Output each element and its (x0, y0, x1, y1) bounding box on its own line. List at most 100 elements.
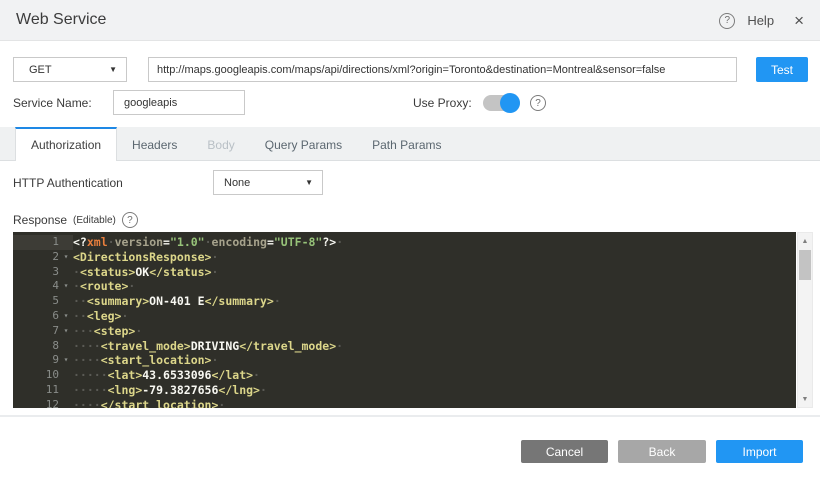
footer-divider (0, 415, 820, 417)
code-line: 12 ····</start_location>· (13, 398, 796, 408)
line-gutter: 11 (13, 383, 73, 398)
scroll-up-icon[interactable]: ▲ (798, 234, 812, 248)
tab-headers[interactable]: Headers (117, 127, 192, 160)
service-name-input[interactable] (113, 90, 245, 115)
fold-spacer (59, 383, 73, 398)
code-text: ·<status>OK</status>· (73, 265, 796, 280)
line-number: 8 (13, 339, 59, 354)
line-gutter: 12 (13, 398, 73, 408)
method-select-value: GET (29, 64, 52, 76)
help-link[interactable]: Help (747, 13, 774, 28)
fold-spacer (59, 235, 73, 250)
fold-arrow-icon[interactable]: ▾ (59, 250, 73, 265)
fold-arrow-icon[interactable]: ▾ (59, 324, 73, 339)
line-gutter: 9▾ (13, 353, 73, 368)
line-gutter: 7▾ (13, 324, 73, 339)
line-gutter: 10 (13, 368, 73, 383)
fold-spacer (59, 339, 73, 354)
chevron-down-icon: ▼ (109, 65, 117, 74)
code-text: ····<start_location>· (73, 353, 796, 368)
fold-spacer (59, 294, 73, 309)
fold-arrow-icon[interactable]: ▾ (59, 353, 73, 368)
code-line: 11 ·····<lng>-79.3827656</lng>· (13, 383, 796, 398)
line-number: 7 (13, 324, 59, 339)
header-actions: ? Help × (719, 0, 804, 41)
line-gutter: 2▾ (13, 250, 73, 265)
line-number: 2 (13, 250, 59, 265)
line-number: 9 (13, 353, 59, 368)
response-editor[interactable]: 1 <?xml·version="1.0"·encoding="UTF-8"?>·… (13, 232, 796, 408)
code-line: 8 ····<travel_mode>DRIVING</travel_mode>· (13, 339, 796, 354)
tab-body: Body (192, 127, 249, 160)
method-select[interactable]: GET ▼ (13, 57, 127, 82)
code-text: ····<travel_mode>DRIVING</travel_mode>· (73, 339, 796, 354)
tab-authorization[interactable]: Authorization (15, 127, 117, 161)
cancel-button[interactable]: Cancel (521, 440, 608, 463)
code-text: ·<route>· (73, 279, 796, 294)
line-gutter: 1 (13, 235, 73, 250)
code-text: ·····<lng>-79.3827656</lng>· (73, 383, 796, 398)
scroll-down-icon[interactable]: ▼ (798, 392, 812, 406)
code-text: ·····<lat>43.6533096</lat>· (73, 368, 796, 383)
fold-spacer (59, 398, 73, 408)
code-line: 3 ·<status>OK</status>· (13, 265, 796, 280)
code-text: ··<leg>· (73, 309, 796, 324)
tab-query-params[interactable]: Query Params (250, 127, 357, 160)
response-label: Response (13, 213, 67, 227)
chevron-down-icon: ▼ (305, 178, 313, 187)
page-title: Web Service (16, 11, 106, 29)
fold-arrow-icon[interactable]: ▾ (59, 279, 73, 294)
line-number: 12 (13, 398, 59, 408)
code-text: <?xml·version="1.0"·encoding="UTF-8"?>· (73, 235, 796, 250)
line-number: 6 (13, 309, 59, 324)
import-button[interactable]: Import (716, 440, 803, 463)
line-number: 4 (13, 279, 59, 294)
editor-scrollbar[interactable]: ▲ ▼ (797, 232, 813, 408)
http-authentication-select[interactable]: None ▼ (213, 170, 323, 195)
dialog-header: Web Service ? Help × (0, 0, 820, 41)
fold-spacer (59, 265, 73, 280)
line-gutter: 4▾ (13, 279, 73, 294)
line-number: 11 (13, 383, 59, 398)
toggle-knob (500, 93, 520, 113)
test-button[interactable]: Test (756, 57, 808, 82)
response-editable-note: (Editable) (73, 215, 116, 226)
code-line: 9▾····<start_location>· (13, 353, 796, 368)
url-input[interactable] (148, 57, 737, 82)
use-proxy-toggle[interactable] (483, 93, 520, 113)
fold-arrow-icon[interactable]: ▾ (59, 309, 73, 324)
fold-spacer (59, 368, 73, 383)
code-line: 10 ·····<lat>43.6533096</lat>· (13, 368, 796, 383)
proxy-help-icon[interactable]: ? (530, 95, 546, 111)
http-authentication-label: HTTP Authentication (13, 176, 123, 190)
response-header: Response (Editable) ? (13, 212, 138, 228)
code-line: 4▾·<route>· (13, 279, 796, 294)
tab-bar: AuthorizationHeadersBodyQuery ParamsPath… (0, 127, 820, 161)
code-line: 1 <?xml·version="1.0"·encoding="UTF-8"?>· (13, 235, 796, 250)
code-line: 5 ··<summary>ON-401 E</summary>· (13, 294, 796, 309)
scrollbar-thumb[interactable] (799, 250, 811, 280)
code-line: 2▾<DirectionsResponse>· (13, 250, 796, 265)
close-icon[interactable]: × (794, 12, 804, 29)
code-text: ··<summary>ON-401 E</summary>· (73, 294, 796, 309)
line-number: 3 (13, 265, 59, 280)
tab-path-params[interactable]: Path Params (357, 127, 456, 160)
code-text: ···<step>· (73, 324, 796, 339)
code-text: ····</start_location>· (73, 398, 796, 408)
line-gutter: 8 (13, 339, 73, 354)
line-number: 5 (13, 294, 59, 309)
code-line: 6▾··<leg>· (13, 309, 796, 324)
line-gutter: 6▾ (13, 309, 73, 324)
help-icon[interactable]: ? (719, 13, 735, 29)
line-gutter: 5 (13, 294, 73, 309)
use-proxy-label: Use Proxy: (413, 96, 472, 110)
http-authentication-value: None (224, 177, 250, 189)
service-name-label: Service Name: (13, 96, 92, 110)
back-button[interactable]: Back (618, 440, 706, 463)
line-number: 10 (13, 368, 59, 383)
line-gutter: 3 (13, 265, 73, 280)
code-text: <DirectionsResponse>· (73, 250, 796, 265)
line-number: 1 (13, 235, 59, 250)
code-line: 7▾···<step>· (13, 324, 796, 339)
response-help-icon[interactable]: ? (122, 212, 138, 228)
